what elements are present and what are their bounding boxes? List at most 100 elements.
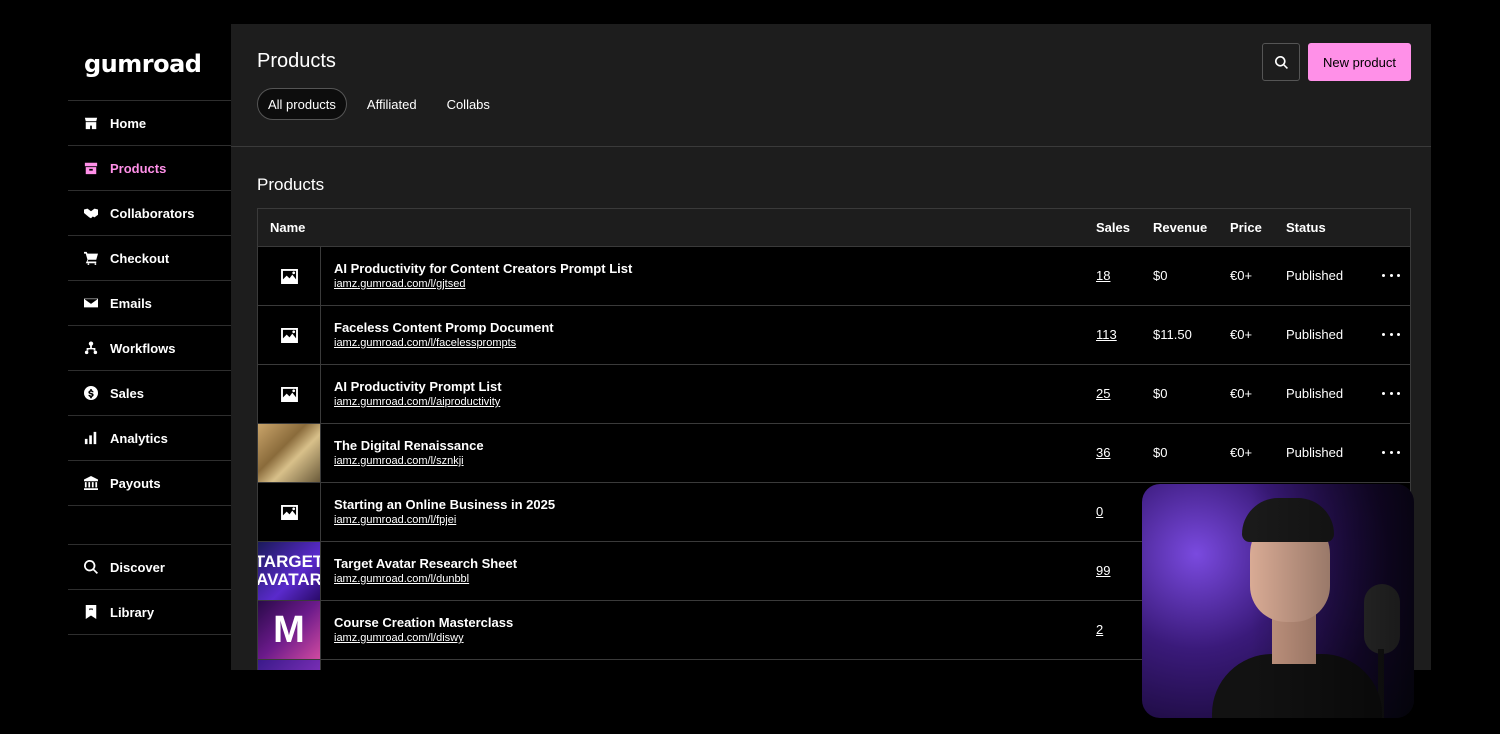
product-url-link[interactable]: iamz.gumroad.com/l/diswy — [334, 632, 464, 644]
product-name[interactable]: Course Creation Masterclass — [334, 615, 513, 630]
more-actions-icon[interactable] — [1382, 267, 1400, 283]
product-sales-link[interactable]: 25 — [1096, 386, 1110, 401]
product-price: €0+ — [1230, 327, 1253, 342]
sidebar-item-collaborators[interactable]: Collaborators — [68, 191, 231, 236]
sidebar-item-label: Library — [110, 604, 155, 620]
sidebar-item-label: Sales — [110, 385, 144, 401]
product-status: Published — [1286, 445, 1344, 460]
product-name[interactable]: Starting an Online Business in 2025 — [334, 497, 555, 512]
sidebar-item-sales[interactable]: Sales — [68, 371, 231, 416]
product-revenue: $0 — [1153, 386, 1168, 401]
bookmark-icon — [84, 605, 98, 619]
more-actions-icon[interactable] — [1382, 385, 1400, 401]
sidebar-item-library[interactable]: Library — [68, 590, 231, 635]
table-row[interactable]: Faceless Content Promp Document iamz.gum… — [258, 306, 1410, 365]
product-url-link[interactable]: iamz.gumroad.com/l/dunbbl — [334, 573, 469, 585]
image-placeholder-icon — [280, 386, 298, 402]
column-header-revenue[interactable]: Revenue — [1153, 220, 1207, 235]
table-row[interactable]: AI Productivity Prompt List iamz.gumroad… — [258, 365, 1410, 424]
sidebar-item-label: Payouts — [110, 475, 161, 491]
tab-all-products[interactable]: All products — [257, 88, 347, 120]
product-thumbnail[interactable] — [258, 247, 321, 305]
product-url-link[interactable]: iamz.gumroad.com/l/sznkji — [334, 455, 464, 467]
image-placeholder-icon — [280, 327, 298, 343]
product-status: Published — [1286, 327, 1344, 342]
column-header-status[interactable]: Status — [1286, 220, 1326, 235]
search-icon — [84, 560, 98, 574]
product-name[interactable]: Target Avatar Research Sheet — [334, 556, 517, 571]
product-url-link[interactable]: iamz.gumroad.com/l/aiproductivity — [334, 396, 500, 408]
product-thumbnail[interactable] — [258, 365, 321, 423]
bank-icon — [84, 476, 98, 490]
search-button[interactable] — [1262, 43, 1300, 81]
sidebar-item-label: Discover — [110, 559, 165, 575]
renaissance-painting-thumbnail[interactable] — [258, 424, 321, 482]
target-avatar-thumbnail[interactable]: TARGET AVATAR — [258, 542, 321, 600]
table-header: Name Sales Revenue Price Status — [258, 209, 1410, 247]
product-url-link[interactable]: iamz.gumroad.com/l/facelessprompts — [334, 337, 516, 349]
more-actions-icon[interactable] — [1382, 326, 1400, 342]
sidebar-bottom-nav: Discover Library — [68, 544, 231, 635]
table-row[interactable]: AI Productivity for Content Creators Pro… — [258, 247, 1410, 306]
sidebar-item-emails[interactable]: Emails — [68, 281, 231, 326]
product-revenue: $11.50 — [1153, 327, 1192, 342]
product-sales-link[interactable]: 2 — [1096, 622, 1103, 637]
tab-affiliated[interactable]: Affiliated — [357, 88, 427, 120]
sidebar-item-analytics[interactable]: Analytics — [68, 416, 231, 461]
product-sales-link[interactable]: 36 — [1096, 445, 1110, 460]
product-name[interactable]: AI Productivity for Content Creators Pro… — [334, 261, 632, 276]
gumroad-logo[interactable]: gumroad — [84, 50, 202, 78]
product-price: €0+ — [1230, 445, 1253, 460]
product-thumbnail[interactable] — [258, 306, 321, 364]
search-icon — [1274, 55, 1288, 69]
product-status: Published — [1286, 268, 1344, 283]
column-header-name[interactable]: Name — [270, 220, 305, 235]
sidebar-item-label: Home — [110, 115, 147, 131]
product-sales-link[interactable]: 0 — [1096, 504, 1103, 519]
sidebar-item-home[interactable]: Home — [68, 101, 231, 146]
product-sales-link[interactable]: 113 — [1096, 327, 1117, 342]
tab-collabs[interactable]: Collabs — [437, 88, 500, 120]
product-sales-link[interactable]: 99 — [1096, 563, 1110, 578]
page-header: Products New product All products Affili… — [231, 24, 1431, 147]
archive-icon — [84, 161, 98, 175]
product-revenue: $0 — [1153, 268, 1168, 283]
product-name[interactable]: AI Productivity Prompt List — [334, 379, 502, 394]
product-name[interactable]: Faceless Content Promp Document — [334, 320, 554, 335]
table-row[interactable]: The Digital Renaissance iamz.gumroad.com… — [258, 424, 1410, 483]
diagram-icon — [84, 341, 98, 355]
m-logo-thumbnail[interactable]: M — [258, 601, 321, 659]
product-url-link[interactable]: iamz.gumroad.com/l/gjtsed — [334, 278, 465, 290]
webcam-overlay — [1142, 484, 1414, 718]
sidebar-item-products[interactable]: Products — [68, 146, 231, 191]
sidebar-item-checkout[interactable]: Checkout — [68, 236, 231, 281]
products-section-title: Products — [257, 175, 325, 194]
webcam-shade — [1142, 484, 1414, 718]
product-name[interactable]: The Digital Renaissance — [334, 438, 484, 453]
sidebar-nav: Home Products Collaborators Checkout Ema… — [68, 100, 231, 506]
cart-icon — [84, 251, 98, 265]
product-tabs: All products Affiliated Collabs — [257, 88, 510, 120]
column-header-sales[interactable]: Sales — [1096, 220, 1130, 235]
envelope-icon — [84, 296, 98, 310]
new-product-button[interactable]: New product — [1308, 43, 1411, 81]
image-placeholder-icon — [280, 268, 298, 284]
sidebar-item-payouts[interactable]: Payouts — [68, 461, 231, 506]
image-placeholder-icon — [280, 504, 298, 520]
more-actions-icon[interactable] — [1382, 444, 1400, 460]
product-sales-link[interactable]: 18 — [1096, 268, 1110, 283]
product-thumbnail[interactable] — [258, 483, 321, 541]
product-revenue: $0 — [1153, 445, 1168, 460]
product-url-link[interactable]: iamz.gumroad.com/l/fpjei — [334, 514, 456, 526]
product-price: €0+ — [1230, 268, 1253, 283]
page-title: Products — [257, 50, 336, 72]
column-header-price[interactable]: Price — [1230, 220, 1262, 235]
sidebar-item-label: Workflows — [110, 340, 176, 356]
sidebar-item-workflows[interactable]: Workflows — [68, 326, 231, 371]
dollar-circle-icon — [84, 386, 98, 400]
sidebar-item-discover[interactable]: Discover — [68, 545, 231, 590]
ai-thumbnail[interactable]: AI — [258, 660, 321, 670]
product-price: €0+ — [1230, 386, 1253, 401]
store-icon — [84, 116, 98, 130]
handshake-icon — [84, 206, 98, 220]
